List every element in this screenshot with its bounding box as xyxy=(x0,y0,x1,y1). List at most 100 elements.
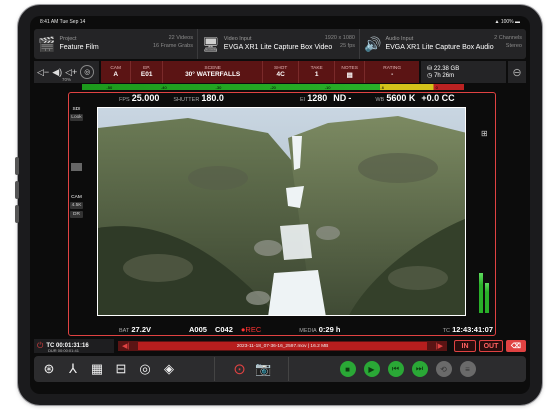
nd-value: - xyxy=(348,93,352,103)
reel-value: A005 xyxy=(189,325,207,334)
mark-out-button[interactable]: OUT xyxy=(479,340,503,352)
loop-icon[interactable]: ⟲ xyxy=(435,361,452,377)
clip-name: 2023-11-18_07-36-16_2597.mov | 16.2 MB xyxy=(138,342,427,350)
rec-indicator: ●REC xyxy=(240,325,262,334)
slate-episode[interactable]: EP. E01 xyxy=(131,61,164,83)
video-input-name: EVGA XR1 Lite Capture Box Video xyxy=(223,44,333,51)
previous-clip-icon[interactable]: ◀| xyxy=(122,342,129,350)
clip-value: C042 xyxy=(214,325,233,334)
clock-icon: ◷ xyxy=(427,73,433,79)
audio-input-name: EVGA XR1 Lite Capture Box Audio xyxy=(385,44,494,51)
wb-value: 5600 K xyxy=(386,93,416,103)
aperture-icon[interactable]: ◎ xyxy=(136,360,154,378)
next-clip-icon[interactable]: |▶ xyxy=(436,342,443,350)
ei-value: 1280 xyxy=(307,93,328,103)
mark-in-button[interactable]: IN xyxy=(454,340,476,352)
record-icon[interactable]: ⊙ xyxy=(231,360,249,378)
app-screen: 8:41 AM Tue Sep 14 ▲ 100% ▬ 🎬 Project Fe… xyxy=(30,16,530,394)
record-group: ⊙ 📷 xyxy=(214,357,288,381)
clapperboard-icon: 🎬 xyxy=(38,35,56,52)
project-name: Feature Film xyxy=(59,44,99,51)
meter-tick: -30 xyxy=(215,84,222,90)
media-info: ⛁ 22.38 GB ◷ 7h 26m xyxy=(421,61,507,83)
side-button xyxy=(15,205,19,223)
timeline-bar: ⏻ TC 00:01:31:16 DUR 00:00:01:41 ◀| 2023… xyxy=(34,339,526,353)
bottom-toolbar: ⊛ ⅄ ▦ ⊟ ◎ ◈ ⊙ 📷 ■ ▶ ⏮ ⏭ ⟲ ≡ xyxy=(34,356,526,382)
shutter-value: 180.0 xyxy=(201,93,224,103)
clear-marks-icon[interactable]: ⌫ xyxy=(506,340,526,352)
volume-up-icon[interactable]: ◁+ xyxy=(65,67,77,78)
waterfall-image xyxy=(98,108,465,315)
project-stats: 22 Videos 16 Frame Grabs xyxy=(152,35,193,49)
video-monitor: FPS 25.000 SHUTTER 180.0 EI 1280 ND - WB… xyxy=(68,92,496,336)
camera-icon[interactable]: 📷 xyxy=(255,360,273,378)
settings-icon[interactable]: ⊖ xyxy=(508,61,526,83)
airplay-icon[interactable]: ◎ xyxy=(80,65,95,79)
expand-icon[interactable]: ⊞ xyxy=(481,129,491,139)
ipad-frame: 8:41 AM Tue Sep 14 ▲ 100% ▬ 🎬 Project Fe… xyxy=(15,5,542,405)
split-icon[interactable]: ⊟ xyxy=(112,360,130,378)
menu-icon[interactable]: ≡ xyxy=(459,361,476,377)
video-input-selector[interactable]: 🖥 Video Input EVGA XR1 Lite Capture Box … xyxy=(198,29,360,59)
dynamic-range-tag: DR xyxy=(70,211,83,218)
audio-input-selector[interactable]: 🔊 Audio Input EVGA XR1 Lite Capture Box … xyxy=(360,29,526,59)
slate-take[interactable]: TAKE 1 xyxy=(299,61,336,83)
resolution-tag: 4.5K xyxy=(70,202,83,209)
tool-group: ⊛ ⅄ ▦ ⊟ ◎ ◈ xyxy=(34,357,214,381)
audio-input-label: Audio Input xyxy=(385,36,414,42)
slate-cam[interactable]: CAM A xyxy=(101,61,132,83)
meter-tick: -10 xyxy=(324,84,331,90)
cc-value: +0.0 CC xyxy=(421,93,455,103)
stack-icon[interactable]: ◈ xyxy=(160,360,178,378)
volume-percent: 70% xyxy=(62,77,72,82)
slate-shot[interactable]: SHOT 4C xyxy=(263,61,300,83)
slate-bar: CAM A EP. E01 SCENE 30° WATERFALLS SHOT 4C T… xyxy=(101,61,420,83)
video-input-label: Video Input xyxy=(223,36,252,42)
cam-label: CAM xyxy=(71,195,82,200)
media-time: 0:29 h xyxy=(318,325,341,334)
look-tag[interactable]: Look xyxy=(70,114,83,121)
clip-progress[interactable]: ◀| 2023-11-18_07-36-16_2597.mov | 16.2 M… xyxy=(118,341,447,351)
info-bar: 🎬 Project Feature Film 22 Videos 16 Frame… xyxy=(34,29,526,59)
monitor-timecode: 12:43:41:07 xyxy=(452,325,493,334)
meter-tick: -6 xyxy=(380,84,384,90)
skip-forward-icon[interactable]: ⏭ xyxy=(411,361,428,377)
monitor-icon: 🖥 xyxy=(202,35,220,52)
media-remaining: 7h 26m xyxy=(434,73,455,79)
meter-tick: -50 xyxy=(106,84,113,90)
video-preview[interactable] xyxy=(97,107,466,316)
clock-icon: ⏻ xyxy=(37,341,44,350)
side-button xyxy=(15,181,19,199)
meter-tick: 0 xyxy=(435,84,438,90)
slate-rating[interactable]: RATING - xyxy=(365,61,419,83)
monitor-side-panel: SDI Look CAM 4.5K DR xyxy=(69,107,84,220)
project-label: Project xyxy=(59,36,77,42)
slate-scene[interactable]: SCENE 30° WATERFALLS xyxy=(163,61,264,83)
graph-icon[interactable]: ⅄ xyxy=(64,360,82,378)
fps-value: 25.000 xyxy=(131,93,160,103)
grid-icon[interactable]: ▦ xyxy=(88,360,106,378)
volume-control[interactable]: ◁− ◀) ◁+ ◎ 70% xyxy=(34,61,100,83)
stop-icon[interactable]: ■ xyxy=(339,361,356,377)
slate-notes[interactable]: NOTES ▤ xyxy=(335,61,366,83)
audio-format: 2 Channels Stereo xyxy=(494,35,522,49)
monitor-slider[interactable] xyxy=(71,163,82,171)
audio-level-ch2 xyxy=(485,283,489,313)
battery-indicator: ▲ 100% ▬ xyxy=(494,19,520,25)
volume-down-icon[interactable]: ◁− xyxy=(37,67,49,78)
project-selector[interactable]: 🎬 Project Feature Film 22 Videos 16 Frame… xyxy=(34,29,198,59)
sdi-label: SDI xyxy=(72,107,81,112)
timecode-display: ⏻ TC 00:01:31:16 DUR 00:00:01:41 xyxy=(34,339,114,353)
status-time: 8:41 AM Tue Sep 14 xyxy=(40,19,86,25)
battery-voltage: 27.2V xyxy=(131,325,151,334)
audio-meter: -50 -40 -30 -20 -10 -6 0 xyxy=(82,84,464,90)
status-bar: 8:41 AM Tue Sep 14 ▲ 100% ▬ xyxy=(30,16,530,28)
speaker-icon: ◀) xyxy=(52,66,63,77)
layers-icon[interactable]: ⊛ xyxy=(40,360,58,378)
play-icon[interactable]: ▶ xyxy=(363,361,380,377)
video-format: 1920 x 1080 25 fps xyxy=(324,35,355,49)
meter-tick: -20 xyxy=(270,84,276,90)
speaker-icon: 🔊 xyxy=(364,35,382,52)
side-button xyxy=(15,157,19,175)
skip-back-icon[interactable]: ⏮ xyxy=(387,361,404,377)
